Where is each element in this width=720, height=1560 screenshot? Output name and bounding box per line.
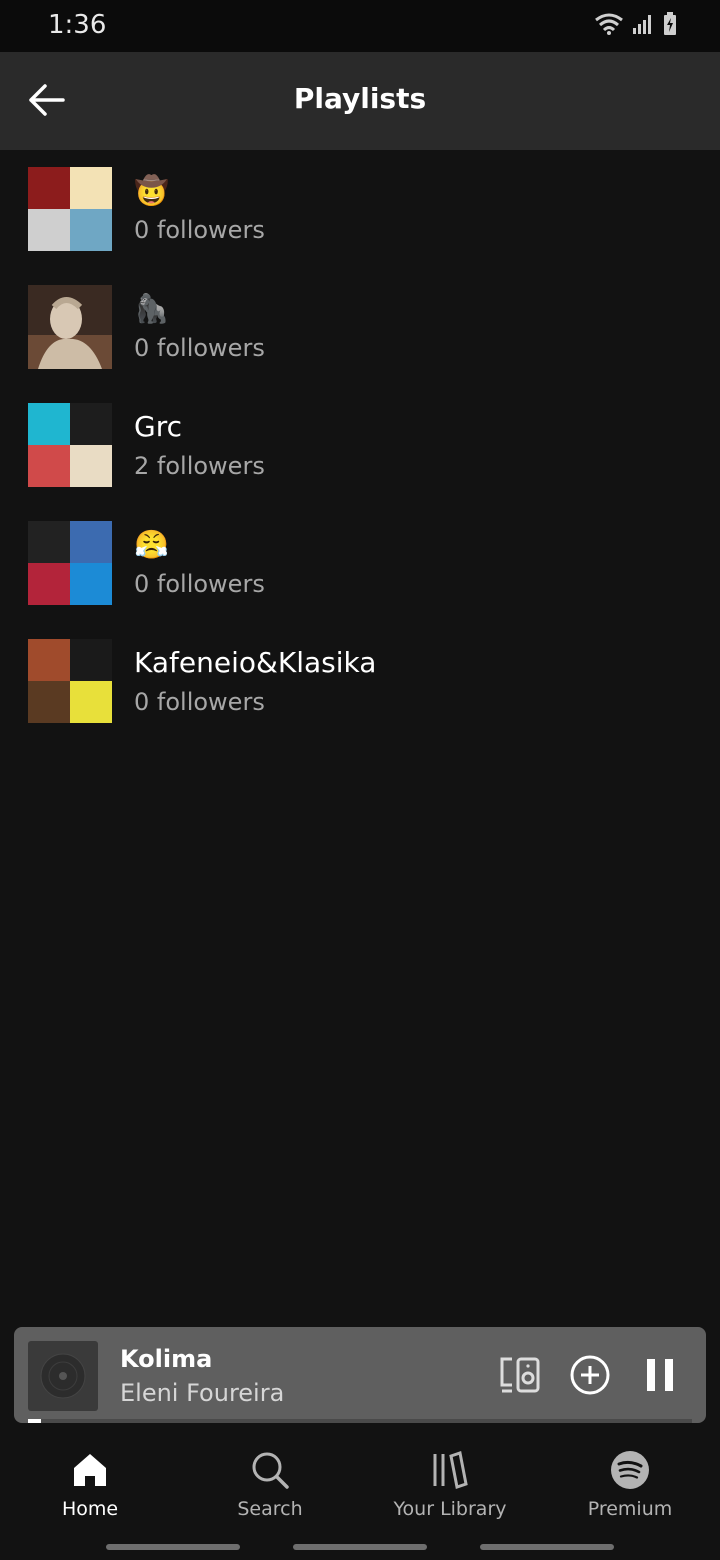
disc-icon [40, 1353, 86, 1399]
playlist-name: 🤠 [134, 174, 169, 207]
cover-tile [28, 639, 70, 681]
home-icon [74, 1454, 106, 1486]
cover-tile [70, 445, 112, 487]
mini-player[interactable]: Kolima Eleni Foureira [14, 1327, 706, 1423]
wifi-icon [594, 12, 624, 40]
playlist-name: Kafeneio&Klasika [134, 646, 377, 679]
now-playing-artist: Eleni Foureira [120, 1379, 285, 1407]
playlist-item[interactable]: 🦍 0 followers [0, 268, 720, 386]
playlist-name: Grc [134, 410, 182, 443]
playlist-name: 🦍 [134, 292, 169, 325]
playlist-item[interactable]: 🤠 0 followers [0, 150, 720, 268]
cover-tile [70, 563, 112, 605]
progress-fill [28, 1419, 42, 1423]
cover-tile [28, 209, 70, 251]
player-controls [498, 1353, 682, 1397]
playlist-followers: 0 followers [134, 334, 265, 362]
nav-home-label: Home [61, 1498, 119, 1520]
search-icon [252, 1452, 289, 1489]
now-playing-title: Kolima [120, 1345, 213, 1373]
plus-circle-icon [570, 1355, 610, 1395]
nav-search[interactable]: Search [180, 1450, 360, 1540]
cover-tile [28, 445, 70, 487]
battery-charging-icon [662, 12, 678, 40]
playlist-item[interactable]: 😤 0 followers [0, 504, 720, 622]
playlist-cover [28, 521, 112, 605]
cover-tile [70, 681, 112, 723]
pause-button[interactable] [638, 1353, 682, 1397]
top-app-bar: Playlists [0, 52, 720, 150]
nav-search-label: Search [237, 1498, 303, 1520]
playlist-item[interactable]: Grc 2 followers [0, 386, 720, 504]
status-bar: 1:36 [0, 0, 720, 52]
cover-tile [70, 521, 112, 563]
playlist-followers: 0 followers [134, 688, 265, 716]
spotify-icon [611, 1451, 649, 1489]
library-icon [433, 1451, 468, 1489]
playback-progress [28, 1419, 692, 1423]
gesture-bar-back[interactable] [106, 1544, 240, 1550]
cover-tile [28, 681, 70, 723]
playlist-list: 🤠 0 followers 🦍 0 followers Grc 2 follow… [0, 150, 720, 740]
cover-tile [28, 167, 70, 209]
playlist-cover [28, 403, 112, 487]
gesture-bar-home[interactable] [293, 1544, 427, 1550]
nav-library-label: Your Library [393, 1498, 507, 1520]
status-icons [594, 12, 678, 40]
nav-premium[interactable]: Premium [540, 1450, 720, 1540]
cover-tile [28, 521, 70, 563]
cover-tile [28, 403, 70, 445]
signal-icon [632, 13, 654, 39]
playlist-name: 😤 [134, 528, 169, 561]
playlist-followers: 0 followers [134, 570, 265, 598]
playlist-cover [28, 167, 112, 251]
playlist-item[interactable]: Kafeneio&Klasika 0 followers [0, 622, 720, 740]
devices-icon [500, 1357, 540, 1393]
nav-library[interactable]: Your Library [360, 1450, 540, 1540]
cover-tile [70, 167, 112, 209]
playlist-cover [28, 639, 112, 723]
gesture-bar-recents[interactable] [480, 1544, 614, 1550]
bottom-navigation: Home Search Your Library Premium [0, 1430, 720, 1560]
pause-icon [647, 1359, 673, 1391]
cover-tile [70, 639, 112, 681]
page-title: Playlists [293, 82, 427, 115]
nav-premium-label: Premium [587, 1498, 673, 1520]
nav-home[interactable]: Home [0, 1450, 180, 1540]
cover-tile [28, 563, 70, 605]
connect-device-button[interactable] [498, 1353, 542, 1397]
playlist-cover [28, 285, 112, 369]
playlist-followers: 0 followers [134, 216, 265, 244]
cover-tile [70, 403, 112, 445]
status-time: 1:36 [48, 10, 107, 40]
add-to-library-button[interactable] [568, 1353, 612, 1397]
statue-artwork [28, 285, 112, 369]
now-playing-artwork [28, 1341, 98, 1411]
cover-tile [70, 209, 112, 251]
playlist-followers: 2 followers [134, 452, 265, 480]
